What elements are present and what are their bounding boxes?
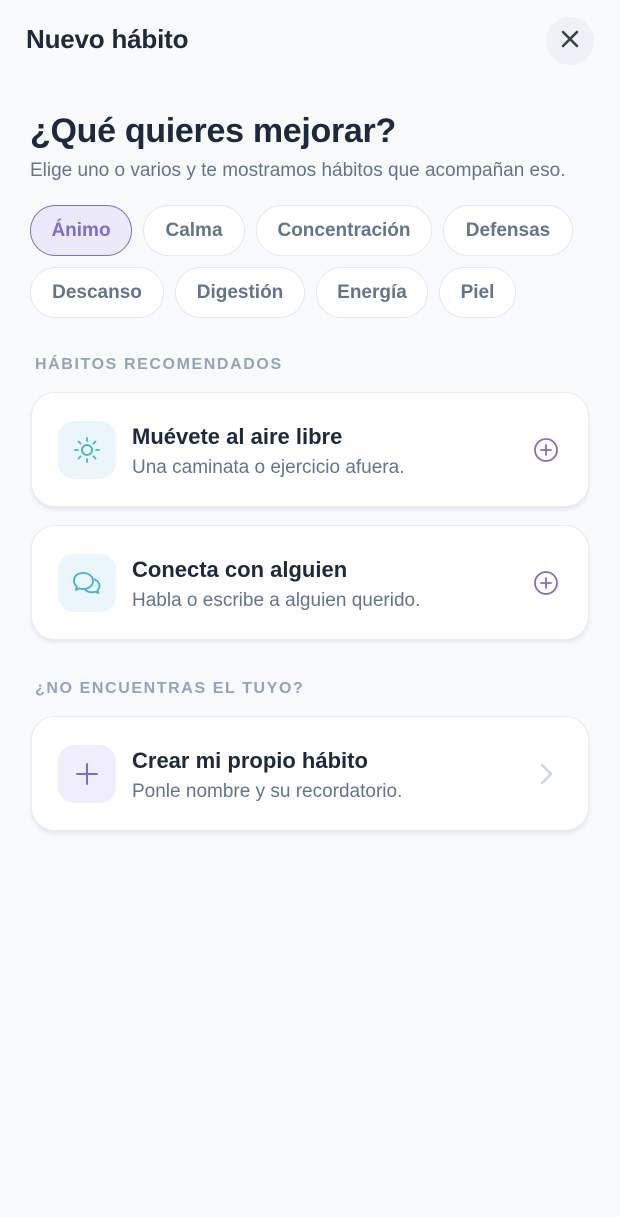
plus-icon [58,745,116,803]
add-circle-icon[interactable] [532,569,560,597]
chat-bubbles-icon [58,554,116,612]
habit-card-outdoors[interactable]: Muévete al aire libre Una caminata o eje… [31,392,589,507]
close-button[interactable] [546,17,594,65]
question-subtitle: Elige uno o varios y te mostramos hábito… [30,160,566,181]
question-heading: ¿Qué quieres mejorar? [30,112,396,150]
add-circle-icon[interactable] [532,436,560,464]
create-custom-habit-card[interactable]: Crear mi propio hábito Ponle nombre y su… [31,716,589,831]
page-title: Nuevo hábito [26,24,189,54]
recommended-section-label: HÁBITOS RECOMENDADOS [35,356,283,373]
chip-energia[interactable]: Energía [316,267,428,318]
close-icon [559,28,581,55]
chip-digestion[interactable]: Digestión [175,267,305,318]
sun-icon [58,421,116,479]
habit-title: Muévete al aire libre [132,424,343,449]
header: Nuevo hábito [0,0,620,84]
chip-defensas[interactable]: Defensas [443,205,573,256]
chip-calma[interactable]: Calma [143,205,245,256]
chevron-right-icon [532,760,560,788]
custom-habit-title: Crear mi propio hábito [132,748,368,773]
habit-card-connect[interactable]: Conecta con alguien Habla o escribe a al… [31,525,589,640]
chip-concentracion[interactable]: Concentración [256,205,432,256]
habit-description: Habla o escribe a alguien querido. [132,590,421,611]
chip-piel[interactable]: Piel [439,267,516,318]
habit-title: Conecta con alguien [132,557,348,582]
habit-description: Una caminata o ejercicio afuera. [132,457,405,478]
chip-animo[interactable]: Ánimo [30,205,132,256]
custom-habit-description: Ponle nombre y su recordatorio. [132,781,403,802]
custom-section-label: ¿NO ENCUENTRAS EL TUYO? [35,680,305,697]
chip-descanso[interactable]: Descanso [30,267,164,318]
